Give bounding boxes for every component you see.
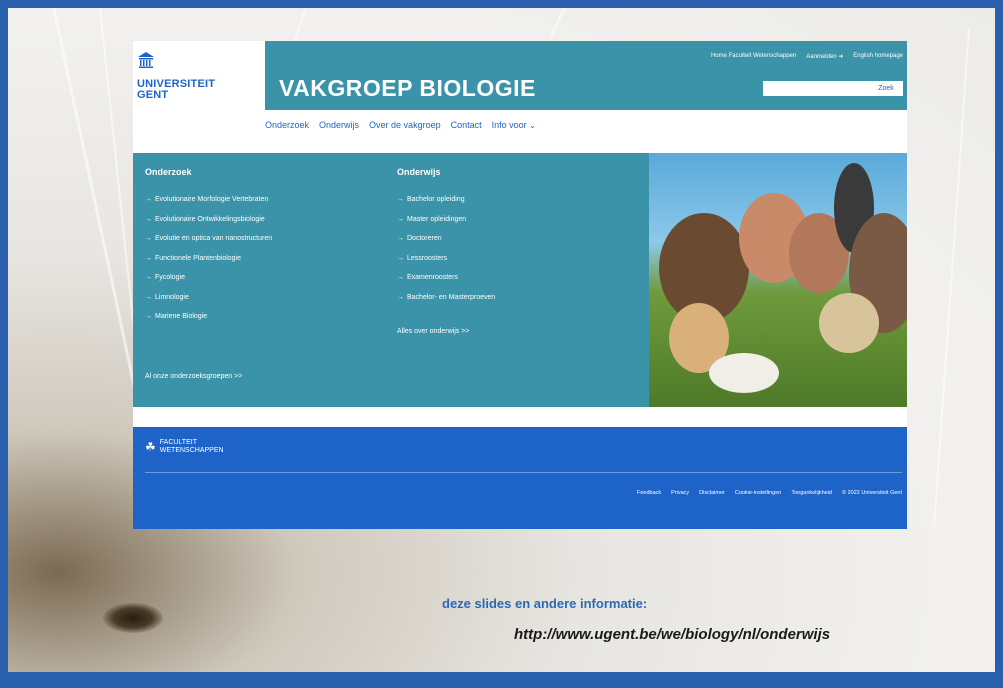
arrow-right-icon: → xyxy=(145,313,152,320)
list-item-label: Lessroosters xyxy=(407,254,448,262)
list-item[interactable]: → Evolutionaire Morfologie Vertebraten xyxy=(145,190,272,210)
arrow-right-icon: → xyxy=(397,215,404,223)
photo-figure xyxy=(819,293,879,353)
list-item[interactable]: → Bachelor- en Masterproeven xyxy=(397,288,495,308)
list-item[interactable]: → Bachelor opleiding xyxy=(397,190,495,210)
list-item-label: Limnologie xyxy=(155,293,189,301)
list-item-label: Functionele Plantenbiologie xyxy=(155,254,242,262)
slide-caption: deze slides en andere informatie: xyxy=(442,596,648,611)
logo-text: UNIVERSITEIT GENT xyxy=(137,79,215,101)
list-item-label: Bachelor opleiding xyxy=(407,196,465,203)
list-item-label: Doctoreren xyxy=(407,235,442,242)
footer-link-privacy[interactable]: Privacy xyxy=(671,490,689,496)
top-links: Home Faculteit Wetenschappen Aanmelden ➜… xyxy=(711,53,903,60)
list-item[interactable]: → Lessroosters xyxy=(397,249,495,269)
list-item-label: Evolutie en optica van nanostructuren xyxy=(155,235,273,242)
arrow-right-icon: → xyxy=(397,235,404,242)
site-footer: ☘ FACULTEIT WETENSCHAPPEN Feedback Priva… xyxy=(133,427,907,529)
page-title: VAKGROEP BIOLOGIE xyxy=(279,75,536,101)
list-item[interactable]: → Evolutie en optica van nanostructuren xyxy=(145,229,272,249)
all-education-link[interactable]: Alles over onderwijs >> xyxy=(397,328,469,335)
arrow-right-icon: → xyxy=(145,215,152,223)
arrow-right-icon: → xyxy=(145,274,152,281)
search-button[interactable]: Zoek xyxy=(869,81,903,96)
footer-link-disclaimer[interactable]: Disclaimer xyxy=(699,490,725,496)
toplink-english[interactable]: English homepage xyxy=(853,53,903,60)
ugent-logo[interactable]: UNIVERSITEIT GENT xyxy=(133,41,265,139)
list-item[interactable]: → Doctoreren xyxy=(397,229,495,249)
onderwijs-title: Onderwijs xyxy=(397,167,441,177)
footer-copyright: © 2022 Universiteit Gent xyxy=(842,490,902,496)
list-item[interactable]: → Master opleidingen xyxy=(397,210,495,230)
arrow-right-icon: → xyxy=(145,293,152,301)
slide-url[interactable]: http://www.ugent.be/we/biology/nl/onderw… xyxy=(514,626,830,643)
background-streak xyxy=(48,8,139,399)
onderzoek-list: → Evolutionaire Morfologie Vertebraten → E… xyxy=(145,190,272,327)
nav-item-info-voor[interactable]: Info voor ⌄ xyxy=(492,120,536,130)
list-item[interactable]: → Fycologie xyxy=(145,268,272,288)
search-input[interactable] xyxy=(763,81,869,96)
students-in-field-photo xyxy=(649,153,907,407)
footer-link-feedback[interactable]: Feedback xyxy=(637,490,661,496)
list-item-label: Mariene Biologie xyxy=(155,313,208,320)
arrow-right-icon: → xyxy=(397,254,404,262)
faculty-logo-icon: ☘ xyxy=(145,440,156,454)
list-item-label: Evolutionaire Ontwikkelingsbiologie xyxy=(155,215,265,223)
arrow-right-icon: → xyxy=(397,293,404,301)
photo-book xyxy=(709,353,779,393)
arrow-right-icon: → xyxy=(145,196,152,203)
nav-item-onderzoek[interactable]: Onderzoek xyxy=(265,120,309,130)
list-item[interactable]: → Mariene Biologie xyxy=(145,307,272,327)
list-item-label: Fycologie xyxy=(155,274,185,281)
footer-link-cookies[interactable]: Cookie-instellingen xyxy=(735,490,781,496)
faculty-logo-text: FACULTEIT WETENSCHAPPEN xyxy=(160,439,224,455)
footer-links: Feedback Privacy Disclaimer Cookie-inste… xyxy=(637,490,902,496)
website-screenshot: UNIVERSITEIT GENT Home Faculteit Wetensc… xyxy=(133,41,907,529)
slide-bottom-bar xyxy=(0,672,1003,688)
list-item-label: Master opleidingen xyxy=(407,215,467,223)
arrow-right-icon: → xyxy=(397,196,404,203)
nav-item-over-de-vakgroep[interactable]: Over de vakgroep xyxy=(369,120,441,130)
faculty-logo-line2: WETENSCHAPPEN xyxy=(159,447,224,454)
arrow-right-icon: → xyxy=(145,235,152,242)
faculty-logo[interactable]: ☘ FACULTEIT WETENSCHAPPEN xyxy=(145,439,224,455)
main-nav: Onderzoek Onderwijs Over de vakgroep Con… xyxy=(265,120,536,130)
list-item[interactable]: → Limnologie xyxy=(145,288,272,308)
header-banner: Home Faculteit Wetenschappen Aanmelden ➜… xyxy=(265,41,907,110)
chevron-down-icon: ⌄ xyxy=(529,121,536,130)
toplink-login[interactable]: Aanmelden ➜ xyxy=(806,53,843,60)
arrow-right-icon: → xyxy=(397,274,404,281)
toplink-home-faculty[interactable]: Home Faculteit Wetenschappen xyxy=(711,53,796,60)
list-item-label: Bachelor- en Masterproeven xyxy=(407,293,496,301)
university-building-icon xyxy=(137,51,155,69)
nav-item-onderwijs[interactable]: Onderwijs xyxy=(319,120,359,130)
nav-item-info-voor-label: Info voor xyxy=(491,120,527,130)
list-item[interactable]: → Examenroosters xyxy=(397,268,495,288)
onderzoek-title: Onderzoek xyxy=(145,167,192,177)
footer-divider xyxy=(145,472,902,473)
onderwijs-list: → Bachelor opleiding → Master opleidingen … xyxy=(397,190,495,307)
arrow-right-icon: → xyxy=(145,254,152,262)
logo-text-line2: GENT xyxy=(137,89,169,101)
mega-menu-panel: Onderzoek → Evolutionaire Morfologie Vert… xyxy=(133,153,649,407)
nav-item-contact[interactable]: Contact xyxy=(451,120,482,130)
faculty-logo-line1: FACULTEIT xyxy=(159,439,197,446)
background-streak xyxy=(933,28,970,527)
list-item[interactable]: → Functionele Plantenbiologie xyxy=(145,249,272,269)
list-item[interactable]: → Evolutionaire Ontwikkelingsbiologie xyxy=(145,210,272,230)
list-item-label: Evolutionaire Morfologie Vertebraten xyxy=(155,196,269,203)
list-item-label: Examenroosters xyxy=(407,274,458,281)
dandelion-seed-image xyxy=(103,603,163,633)
all-research-groups-link[interactable]: Al onze onderzoeksgroepen >> xyxy=(145,373,242,380)
footer-link-accessibility[interactable]: Toegankelijkheid xyxy=(791,490,832,496)
